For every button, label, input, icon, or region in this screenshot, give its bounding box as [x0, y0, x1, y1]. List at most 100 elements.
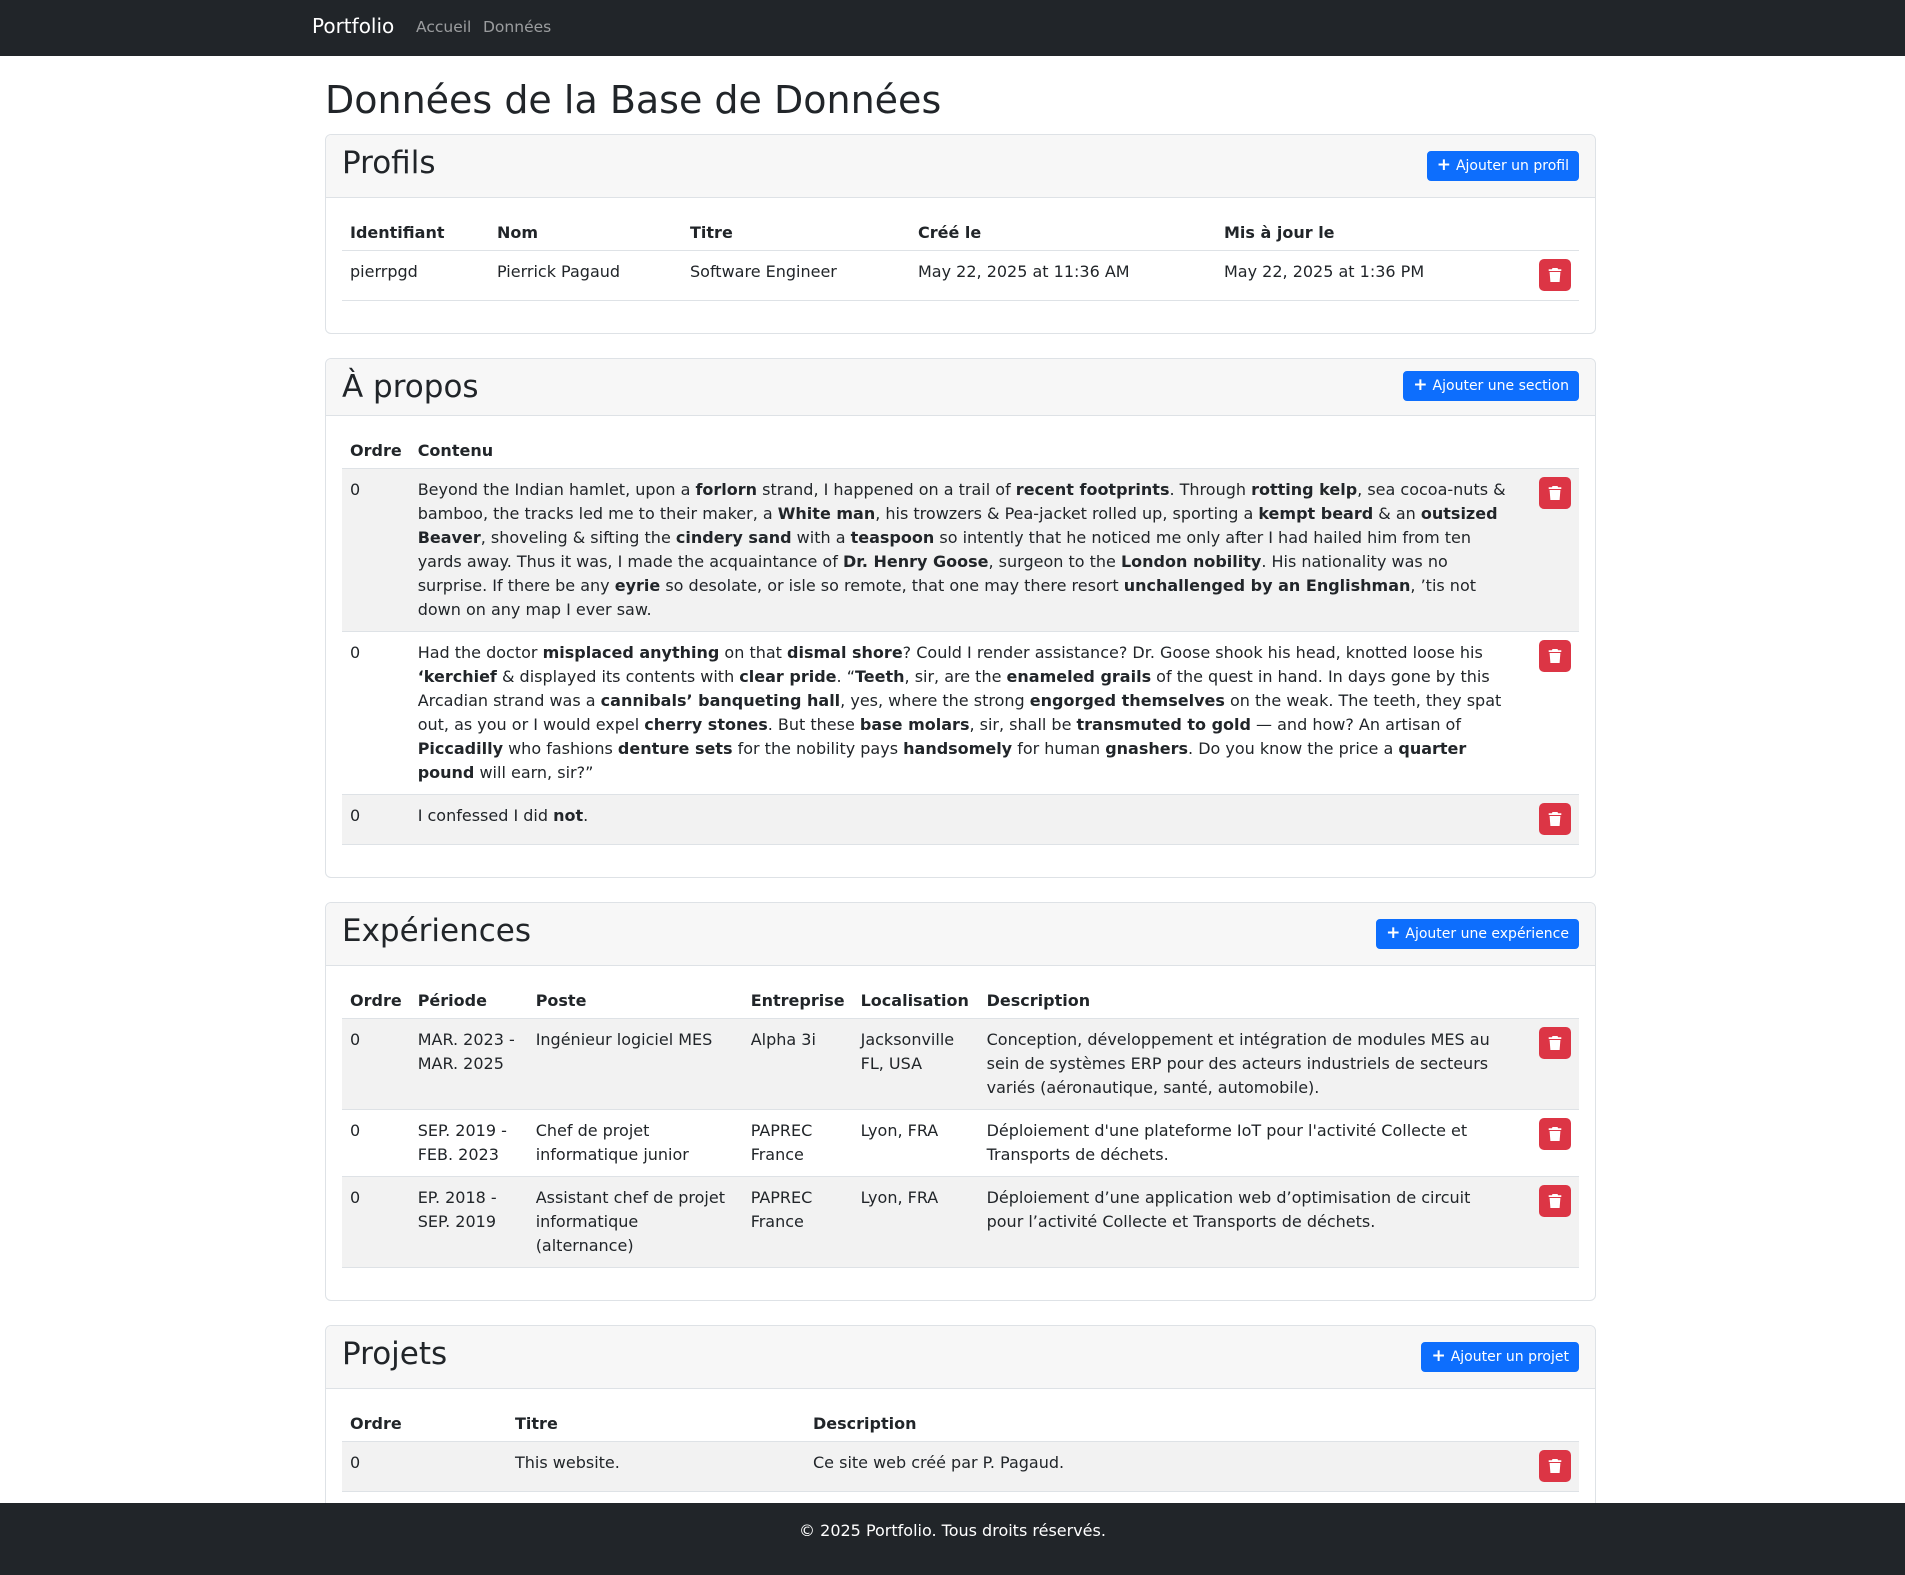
table-row: pierrpgd Pierrick Pagaud Software Engineer…	[342, 250, 1579, 301]
profils-table: Identifiant Nom Titre Créé le Mis à jour…	[342, 213, 1579, 301]
top-navbar: Portfolio Accueil Données	[0, 0, 1905, 56]
cell-mis-a-jour: May 22, 2025 at 1:36 PM	[1216, 250, 1519, 301]
delete-button[interactable]	[1539, 1449, 1571, 1482]
cell-titre: Software Engineer	[682, 250, 910, 301]
col-header-contenu: Contenu	[409, 431, 1519, 469]
cell-contenu: Had the doctor misplaced anything on tha…	[409, 631, 1519, 795]
apropos-card: À propos + Ajouter une section Ordre Con…	[325, 357, 1596, 878]
delete-button[interactable]	[1539, 476, 1571, 509]
experiences-table: Ordre Période Poste Entreprise Localisat…	[342, 981, 1579, 1268]
brand-link[interactable]: Portfolio	[312, 14, 394, 38]
profils-card-header: Profils + Ajouter un profil	[326, 134, 1595, 198]
plus-icon: +	[1431, 1346, 1446, 1367]
actions-cell	[1519, 631, 1579, 795]
cell-periode: MAR. 2023 - MAR. 2025	[409, 1018, 528, 1110]
text-segment: . But these	[767, 714, 860, 734]
delete-button[interactable]	[1539, 1117, 1571, 1150]
col-header-actions	[1519, 431, 1579, 469]
cell-ordre: 0	[342, 794, 410, 845]
nav-link-donnees[interactable]: Données	[483, 18, 551, 36]
text-segment: , surgeon to the	[988, 551, 1121, 571]
text-segment: , yes, where the strong	[840, 690, 1030, 710]
bold-text: London nobility	[1120, 551, 1262, 571]
projets-card-header: Projets + Ajouter un projet	[326, 1325, 1595, 1389]
actions-cell	[1519, 468, 1579, 632]
text-segment: , sir, shall be	[969, 714, 1077, 734]
cell-titre: This website.	[507, 1441, 805, 1492]
text-segment: & displayed its contents with	[496, 666, 740, 686]
trash-icon	[1548, 1458, 1562, 1473]
cell-description: Ce site web créé par P. Pagaud.	[805, 1441, 1519, 1492]
bold-text: Dr. Henry Goose	[842, 551, 989, 571]
add-experience-button[interactable]: + Ajouter une expérience	[1376, 918, 1579, 949]
plus-icon: +	[1386, 923, 1401, 944]
text-segment: strand, I happened on a trail of	[757, 479, 1016, 499]
col-header-ordre: Ordre	[342, 1404, 507, 1442]
bold-text: dismal shore	[787, 642, 903, 662]
main-container: Données de la Base de Données Profils + …	[325, 56, 1596, 1549]
bold-text: unchallenged by an Englishman	[1123, 575, 1411, 595]
bold-text: kempt beard	[1258, 503, 1374, 523]
cell-ordre: 0	[342, 468, 410, 632]
cell-poste: Chef de projet informatique junior	[527, 1109, 743, 1177]
col-header-localisation: Localisation	[852, 981, 979, 1019]
col-header-description: Description	[805, 1404, 1519, 1442]
actions-cell	[1519, 1109, 1579, 1177]
delete-button[interactable]	[1539, 639, 1571, 672]
bold-text: cherry stones	[644, 714, 768, 734]
bold-text: cindery sand	[675, 527, 792, 547]
experiences-card-body: Ordre Période Poste Entreprise Localisat…	[326, 966, 1595, 1300]
bold-text: not	[553, 805, 584, 825]
trash-icon	[1548, 1193, 1562, 1208]
cell-nom: Pierrick Pagaud	[489, 250, 682, 301]
actions-cell	[1519, 794, 1579, 845]
text-segment: for human	[1012, 738, 1106, 758]
bold-text: recent footprints	[1015, 479, 1170, 499]
cell-ordre: 0	[342, 1176, 410, 1268]
actions-cell	[1519, 1176, 1579, 1268]
col-header-mis-a-jour: Mis à jour le	[1216, 213, 1519, 251]
cell-ordre: 0	[342, 631, 410, 795]
bold-text: Piccadilly	[417, 738, 503, 758]
text-segment: , shoveling & sifting the	[480, 527, 676, 547]
delete-button[interactable]	[1539, 258, 1571, 291]
add-projet-button[interactable]: + Ajouter un projet	[1421, 1341, 1579, 1372]
add-section-button[interactable]: + Ajouter une section	[1403, 370, 1579, 401]
text-segment: .	[583, 805, 589, 825]
cell-contenu: I confessed I did not.	[409, 794, 1519, 845]
actions-cell	[1519, 1018, 1579, 1110]
bold-text: handsomely	[903, 738, 1013, 758]
cell-localisation: Lyon, FRA	[852, 1176, 979, 1268]
text-segment: will earn, sir?”	[474, 762, 594, 782]
delete-button[interactable]	[1539, 1184, 1571, 1217]
trash-icon	[1548, 1035, 1562, 1050]
experiences-title: Expériences	[342, 912, 532, 949]
col-header-poste: Poste	[527, 981, 743, 1019]
cell-periode: SEP. 2019 - FEB. 2023	[409, 1109, 528, 1177]
delete-button[interactable]	[1539, 1026, 1571, 1059]
table-header-row: Ordre Titre Description	[342, 1404, 1579, 1442]
col-header-actions	[1519, 981, 1579, 1019]
bold-text: rotting kelp	[1251, 479, 1358, 499]
actions-cell	[1519, 250, 1579, 301]
text-segment: , sir, are the	[904, 666, 1007, 686]
apropos-card-body: Ordre Contenu 0 Beyond the Indian hamlet,…	[326, 416, 1595, 877]
bold-text: transmuted to gold	[1076, 714, 1251, 734]
text-segment: so desolate, or isle so remote, that one…	[660, 575, 1124, 595]
plus-icon: +	[1413, 375, 1428, 396]
add-projet-label: Ajouter un projet	[1450, 1348, 1569, 1365]
cell-localisation: Lyon, FRA	[852, 1109, 979, 1177]
text-segment: ? Could I render assistance? Dr. Goose s…	[902, 642, 1483, 662]
text-segment: Had the doctor	[417, 642, 543, 662]
projets-title: Projets	[342, 1335, 448, 1372]
col-header-cree: Créé le	[910, 213, 1216, 251]
cell-description: Déploiement d'une plateforme IoT pour l'…	[978, 1109, 1519, 1177]
nav-link-accueil[interactable]: Accueil	[416, 18, 471, 36]
text-segment: on that	[719, 642, 788, 662]
profils-card: Profils + Ajouter un profil Identifiant …	[325, 133, 1596, 334]
cell-poste: Ingénieur logiciel MES	[527, 1018, 743, 1110]
text-segment: Beyond the Indian hamlet, upon a	[417, 479, 696, 499]
table-row: 0 Beyond the Indian hamlet, upon a forlor…	[342, 468, 1579, 632]
add-profil-button[interactable]: + Ajouter un profil	[1426, 150, 1579, 181]
delete-button[interactable]	[1539, 802, 1571, 835]
